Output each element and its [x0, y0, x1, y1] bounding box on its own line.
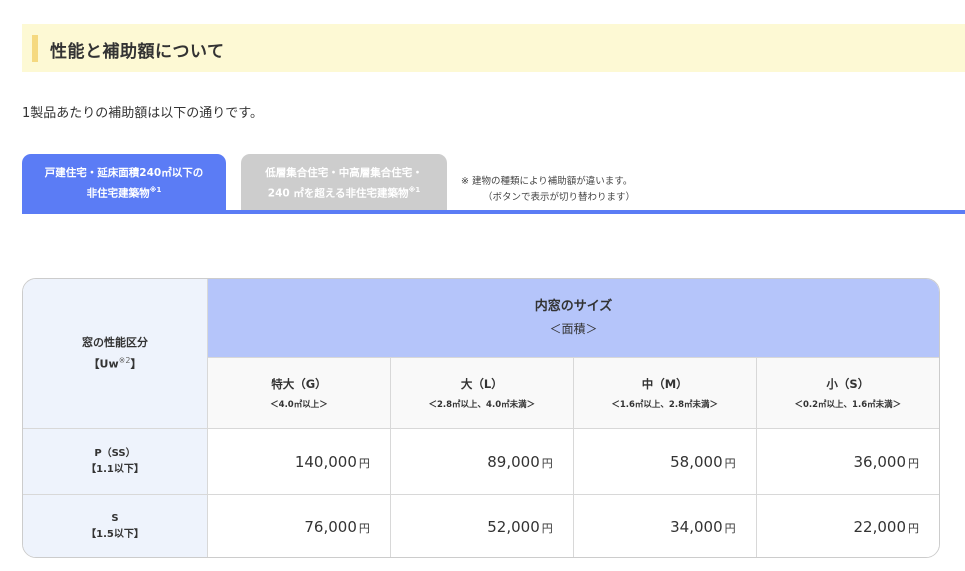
- amount-cell: 140,000 円: [207, 428, 391, 495]
- table-row: S 【1.5以下】 76,000 円 52,000 円 34,000 円 22,000…: [23, 494, 939, 557]
- amount-cell: 52,000 円: [389, 494, 574, 557]
- tab-label-line1: 戸建住宅・延床面積240㎡以下の: [44, 166, 204, 179]
- column-header-s: 小（S） ＜0.2㎡以上、1.6㎡未満＞: [755, 357, 939, 429]
- column-header-xl: 特大（G） ＜4.0㎡以上＞: [207, 357, 391, 429]
- column-header-l: 大（L） ＜2.8㎡以上、4.0㎡未満＞: [389, 357, 574, 429]
- row-header-s: S 【1.5以下】: [23, 494, 208, 557]
- tab-note: ※ 建物の種類により補助額が違います。 （ボタンで表示が切り替わります）: [461, 176, 636, 203]
- tab-label-line1: 低層集合住宅・中高層集合住宅・: [265, 166, 423, 179]
- tab-detached-house[interactable]: 戸建住宅・延床面積240㎡以下の 非住宅建築物※1: [22, 154, 226, 213]
- tab-label-line2: 非住宅建築物※1: [86, 185, 162, 200]
- section-heading: 性能と補助額について: [22, 24, 965, 72]
- amount-cell: 36,000 円: [755, 428, 939, 495]
- performance-header: 窓の性能区分 【Uw※2】: [23, 279, 208, 429]
- table-row: P（SS） 【1.1以下】 140,000 円 89,000 円 58,000 円 3…: [23, 428, 939, 495]
- intro-text: 1製品あたりの補助額は以下の通りです。: [22, 106, 263, 121]
- amount-cell: 34,000 円: [572, 494, 757, 557]
- tab-underline: [22, 210, 965, 214]
- tab-note-mark: ※1: [408, 185, 421, 194]
- window-size-header: 内窓のサイズ ＜面積＞: [207, 279, 939, 358]
- row-header-p: P（SS） 【1.1以下】: [23, 428, 208, 495]
- tab-label-line2: 240 ㎡を超える非住宅建築物※1: [267, 185, 421, 200]
- amount-cell: 22,000 円: [755, 494, 939, 557]
- amount-cell: 89,000 円: [389, 428, 574, 495]
- amount-cell: 76,000 円: [207, 494, 391, 557]
- amount-cell: 58,000 円: [572, 428, 757, 495]
- tab-apartment[interactable]: 低層集合住宅・中高層集合住宅・ 240 ㎡を超える非住宅建築物※1: [241, 154, 447, 213]
- tab-note-mark: ※1: [149, 185, 162, 194]
- section-title: 性能と補助額について: [50, 42, 225, 62]
- column-header-m: 中（M） ＜1.6㎡以上、2.8㎡未満＞: [572, 357, 757, 429]
- heading-accent-bar: [32, 35, 38, 62]
- subsidy-table: 窓の性能区分 【Uw※2】 内窓のサイズ ＜面積＞ 特大（G） ＜4.0㎡以上＞…: [22, 278, 940, 558]
